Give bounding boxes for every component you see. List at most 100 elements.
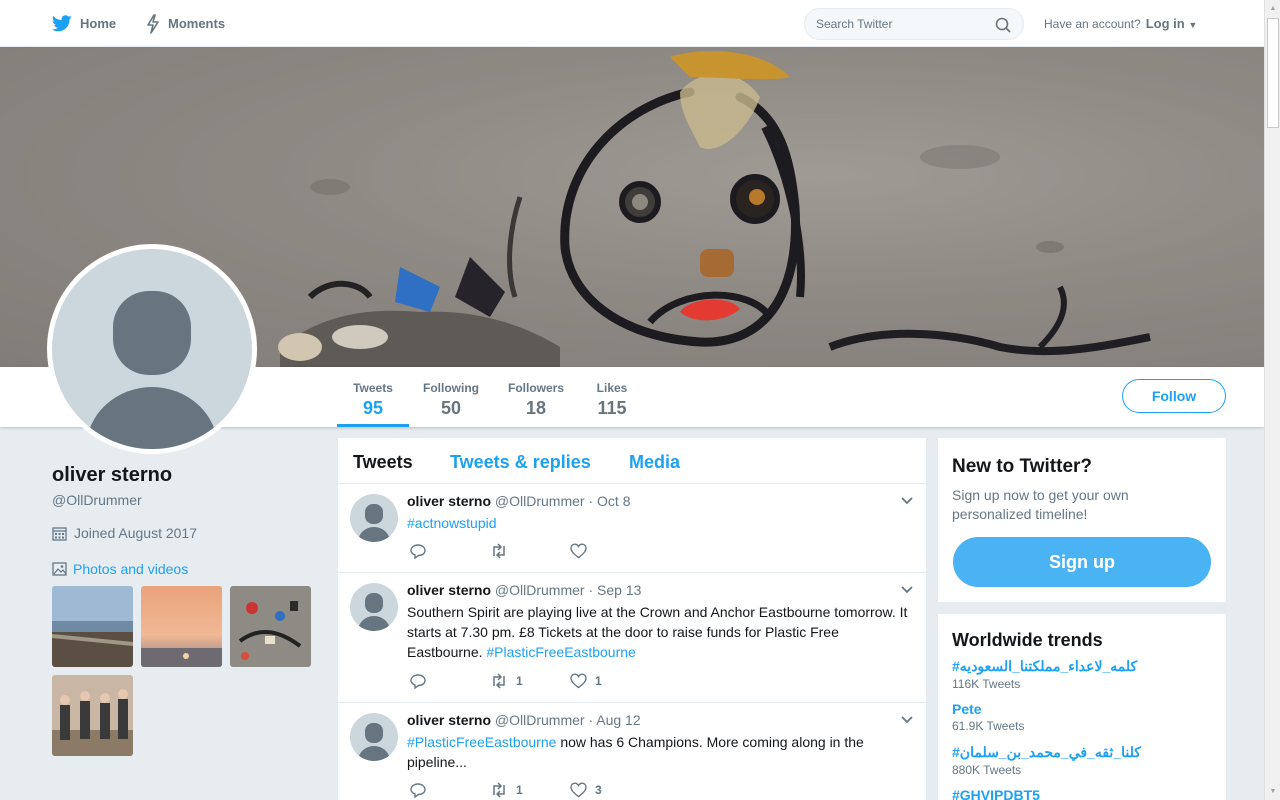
tweet-avatar[interactable] xyxy=(350,494,398,542)
account-prompt: Have an account? xyxy=(1044,16,1141,31)
retweet-button[interactable] xyxy=(490,543,570,559)
scroll-down-arrow-icon[interactable]: ▼ xyxy=(1265,783,1280,800)
lightning-icon xyxy=(147,13,159,34)
photos-and-videos-link[interactable]: Photos and videos xyxy=(52,561,188,577)
stat-tweets[interactable]: Tweets 95 xyxy=(337,367,409,427)
chevron-down-icon[interactable] xyxy=(900,585,914,595)
tweet-actions: 1 3 xyxy=(410,782,650,798)
joined-date: Joined August 2017 xyxy=(52,525,197,541)
tweet-avatar[interactable] xyxy=(350,583,398,631)
tab-tweets-and-replies[interactable]: Tweets & replies xyxy=(450,452,591,473)
like-button[interactable]: 1 xyxy=(570,673,650,689)
photo-thumbnail[interactable] xyxy=(230,586,311,667)
default-avatar-icon xyxy=(358,723,390,761)
stat-label: Following xyxy=(423,381,479,395)
tweet-author-name[interactable]: oliver sterno xyxy=(407,582,491,598)
timeline-tabs: Tweets Tweets & replies Media xyxy=(338,438,926,484)
scrollbar-thumb[interactable] xyxy=(1267,18,1279,128)
nav-moments[interactable]: Moments xyxy=(146,0,225,47)
tweet-header: oliver sterno @OllDrummer · Sep 13 xyxy=(407,582,641,598)
tweet-author-name[interactable]: oliver sterno xyxy=(407,712,491,728)
trend-item[interactable]: #كلمه_لاعداء_مملكتنا_السعوديه 116K Tweet… xyxy=(952,658,1137,691)
login-label: Log in xyxy=(1145,16,1185,31)
tab-media[interactable]: Media xyxy=(629,452,680,473)
top-navigation-bar: Home Moments Have an account? Log in ▼ xyxy=(0,0,1264,47)
trends-title: Worldwide trends xyxy=(952,630,1103,650)
default-avatar-icon xyxy=(358,504,390,542)
chevron-down-icon[interactable] xyxy=(900,715,914,725)
tweet-header: oliver sterno @OllDrummer · Aug 12 xyxy=(407,712,641,728)
tweet-author-handle[interactable]: @OllDrummer xyxy=(495,493,585,509)
stat-value: 115 xyxy=(597,398,627,418)
chevron-down-icon[interactable] xyxy=(900,496,914,506)
timeline: Tweets Tweets & replies Media oliver ste… xyxy=(338,438,926,800)
caret-down-icon: ▼ xyxy=(1188,20,1198,30)
stat-following[interactable]: Following 50 xyxy=(415,367,487,427)
retweet-count: 1 xyxy=(516,783,523,797)
follow-button[interactable]: Follow xyxy=(1122,379,1226,413)
reply-icon xyxy=(410,783,426,798)
stat-followers[interactable]: Followers 18 xyxy=(500,367,572,427)
tweet-author-handle[interactable]: @OllDrummer xyxy=(495,712,585,728)
trend-name[interactable]: #GHVIPDBT5 xyxy=(952,787,1040,800)
stat-likes[interactable]: Likes 115 xyxy=(578,367,646,427)
tab-tweets[interactable]: Tweets xyxy=(353,452,413,473)
heart-icon xyxy=(570,673,587,689)
search-icon[interactable] xyxy=(995,17,1011,33)
default-avatar-icon xyxy=(86,291,218,449)
tweet[interactable]: oliver sterno @OllDrummer · Aug 12 #Plas… xyxy=(338,703,926,800)
tweet-date[interactable]: · Aug 12 xyxy=(588,712,640,728)
like-button[interactable]: 3 xyxy=(570,782,650,798)
profile-name[interactable]: oliver sterno xyxy=(52,464,172,487)
tweet-avatar[interactable] xyxy=(350,713,398,761)
trends-card: Worldwide trends #كلمه_لاعداء_مملكتنا_ال… xyxy=(938,614,1226,800)
reply-button[interactable] xyxy=(410,673,490,689)
retweet-icon xyxy=(493,782,505,798)
reply-icon xyxy=(410,544,426,559)
reply-button[interactable] xyxy=(410,782,490,798)
twitter-bird-icon xyxy=(52,15,72,32)
joined-label: Joined August 2017 xyxy=(74,525,197,541)
trend-name[interactable]: Pete xyxy=(952,701,1025,717)
photo-thumbnail[interactable] xyxy=(52,675,133,756)
scroll-up-arrow-icon[interactable]: ▲ xyxy=(1265,0,1280,17)
trend-name[interactable]: #كلنا_ثقه_في_محمد_بن_سلمان xyxy=(952,744,1141,761)
tweet-author-name[interactable]: oliver sterno xyxy=(407,493,491,509)
stat-label: Tweets xyxy=(353,381,393,395)
nav-home[interactable]: Home xyxy=(52,0,116,47)
stat-label: Likes xyxy=(596,381,628,395)
profile-avatar[interactable] xyxy=(47,244,257,454)
retweet-button[interactable]: 1 xyxy=(490,673,570,689)
tweet-date[interactable]: · Oct 8 xyxy=(588,493,630,509)
photo-thumbnail[interactable] xyxy=(141,586,222,667)
trend-item[interactable]: #GHVIPDBT5 xyxy=(952,787,1040,800)
tweet-date[interactable]: · Sep 13 xyxy=(588,582,641,598)
like-button[interactable] xyxy=(570,543,650,559)
reply-button[interactable] xyxy=(410,543,490,559)
trend-item[interactable]: #كلنا_ثقه_في_محمد_بن_سلمان 880K Tweets xyxy=(952,744,1141,777)
tweet-hashtag[interactable]: #PlasticFreeEastbourne xyxy=(407,734,556,750)
tweet[interactable]: oliver sterno @OllDrummer · Oct 8 #actno… xyxy=(338,484,926,573)
trend-count: 61.9K Tweets xyxy=(952,719,1025,733)
tweet-hashtag[interactable]: #actnowstupid xyxy=(407,515,497,531)
stat-label: Followers xyxy=(507,381,564,395)
photos-label: Photos and videos xyxy=(73,561,189,577)
retweet-button[interactable]: 1 xyxy=(490,782,570,798)
trend-name[interactable]: #كلمه_لاعداء_مملكتنا_السعوديه xyxy=(952,658,1137,675)
login-link[interactable]: Log in ▼ xyxy=(1146,16,1198,31)
search-input[interactable] xyxy=(816,17,986,31)
page-scrollbar[interactable]: ▲ ▼ xyxy=(1264,0,1280,800)
image-icon xyxy=(52,562,67,576)
retweet-count: 1 xyxy=(516,674,523,688)
tweet[interactable]: oliver sterno @OllDrummer · Sep 13 South… xyxy=(338,573,926,703)
trend-item[interactable]: Pete 61.9K Tweets xyxy=(952,701,1025,733)
calendar-icon xyxy=(52,526,67,541)
profile-handle[interactable]: @OllDrummer xyxy=(52,492,142,508)
tweet-actions: 1 1 xyxy=(410,673,650,689)
signup-button[interactable]: Sign up xyxy=(953,537,1211,587)
photo-thumbnail[interactable] xyxy=(52,586,133,667)
tweet-author-handle[interactable]: @OllDrummer xyxy=(495,582,585,598)
tweet-hashtag[interactable]: #PlasticFreeEastbourne xyxy=(486,644,635,660)
reply-icon xyxy=(410,674,426,689)
heart-icon xyxy=(570,543,587,559)
